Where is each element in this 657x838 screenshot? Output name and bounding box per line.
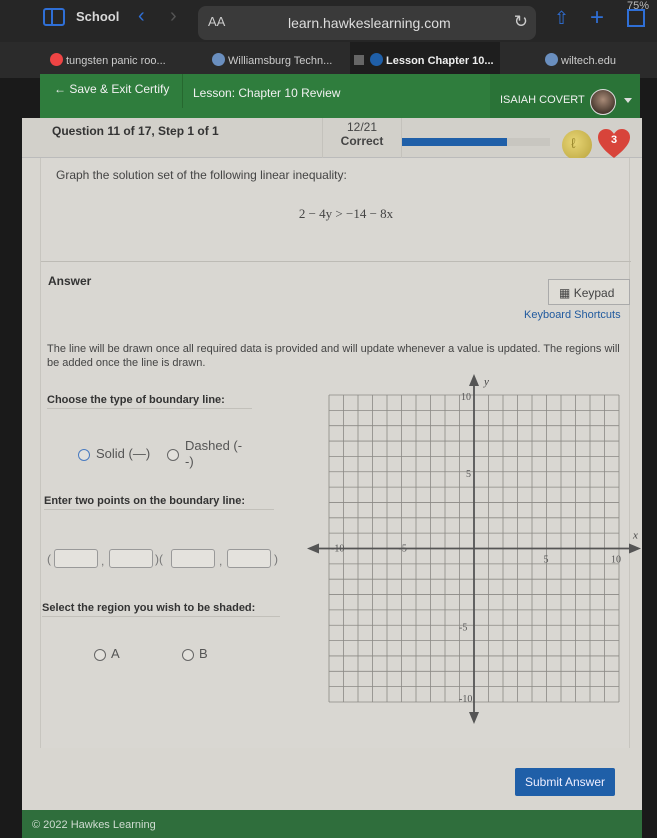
site-favicon: [545, 53, 558, 66]
tab-label: wiltech.edu: [561, 55, 617, 67]
browser-tab[interactable]: Williamsburg Techn...: [212, 42, 350, 78]
tab-label: Lesson Chapter 10...: [386, 55, 494, 67]
x-tick-label: 5: [544, 555, 549, 566]
forward-icon[interactable]: ›: [170, 5, 177, 28]
y-axis-arrow-up: [469, 374, 479, 386]
region-b-label[interactable]: B: [199, 646, 208, 661]
url-text[interactable]: learn.hawkeslearning.com: [288, 15, 451, 31]
y-axis-label: y: [483, 376, 489, 388]
boundary-type-label: Choose the type of boundary line:: [47, 394, 252, 409]
instructions: The line will be drawn once all required…: [47, 343, 620, 369]
point1-x-input[interactable]: [54, 549, 98, 568]
site-favicon: [212, 53, 225, 66]
solid-radio[interactable]: [78, 449, 90, 461]
submit-answer-button[interactable]: Submit Answer: [515, 768, 615, 796]
score-box: 12/21 Correct: [322, 118, 402, 158]
progress-bar: [402, 138, 550, 146]
y-tick-label: 5: [466, 469, 471, 480]
avatar[interactable]: [590, 89, 616, 115]
browser-tab-active[interactable]: Lesson Chapter 10...: [350, 42, 500, 78]
solid-label[interactable]: Solid (—): [96, 446, 150, 461]
dashed-label-wrap[interactable]: -): [185, 454, 194, 469]
dashed-label[interactable]: Dashed (-: [185, 438, 242, 453]
question-card: Graph the solution set of the following …: [40, 158, 641, 748]
inequality: 2 − 4y > −14 − 8x: [298, 206, 394, 221]
question-bar: Question 11 of 17, Step 1 of 1 12/21 Cor…: [22, 118, 642, 160]
share-icon[interactable]: ⇧: [554, 8, 569, 29]
region-a-radio[interactable]: [94, 649, 106, 661]
score-value: 12/21: [346, 120, 378, 134]
paren: )(: [155, 552, 163, 566]
dashed-radio[interactable]: [167, 449, 179, 461]
x-tick-label: -5: [399, 544, 407, 555]
point2-x-input[interactable]: [171, 549, 215, 568]
region-b-radio[interactable]: [182, 649, 194, 661]
close-tab-icon[interactable]: [354, 55, 364, 65]
tab-label: tungsten panic roo...: [66, 55, 166, 67]
region-a-label[interactable]: A: [111, 646, 120, 661]
paren: ): [274, 552, 278, 566]
point2-y-input[interactable]: [227, 549, 271, 568]
lives-count: 3: [610, 134, 618, 146]
heart-icon[interactable]: 3: [597, 128, 631, 160]
browser-tab[interactable]: wiltech.edu: [545, 42, 655, 78]
keypad-label: Keypad: [573, 286, 615, 300]
app-header: ← Save & Exit Certify Lesson: Chapter 10…: [40, 74, 640, 118]
keyboard-shortcuts-link[interactable]: Keyboard Shortcuts: [524, 309, 621, 321]
copyright: © 2022 Hawkes Learning: [32, 819, 156, 831]
divider: [41, 261, 631, 262]
x-axis-arrow-right: [629, 543, 641, 554]
score-label: Correct: [340, 134, 384, 148]
save-exit-button[interactable]: ← Save & Exit Certify: [54, 82, 169, 96]
new-tab-icon[interactable]: +: [590, 4, 604, 32]
user-name: ISAIAH COVERT: [500, 94, 585, 106]
x-axis-arrow-left: [307, 543, 319, 554]
coordinate-graph[interactable]: x y -10 -5 5 10 10 5 -5 -10: [306, 373, 646, 728]
header-divider: [182, 74, 183, 108]
tab-strip: tungsten panic roo... Williamsburg Techn…: [0, 42, 657, 78]
tab-group-name[interactable]: School: [76, 9, 119, 24]
lesson-title: Lesson: Chapter 10 Review: [193, 86, 341, 100]
reader-options-button[interactable]: AA: [208, 14, 225, 29]
x-axis-label: x: [632, 530, 638, 542]
content-area: Question 11 of 17, Step 1 of 1 12/21 Cor…: [22, 118, 642, 810]
reload-icon[interactable]: ↻: [514, 12, 528, 32]
progress-fill: [402, 138, 508, 146]
address-bar[interactable]: AA learn.hawkeslearning.com ↻: [198, 6, 536, 40]
site-favicon: [370, 53, 383, 66]
points-label: Enter two points on the boundary line:: [44, 495, 274, 510]
question-title: Question 11 of 17, Step 1 of 1: [52, 124, 219, 138]
user-menu[interactable]: ISAIAH COVERT: [490, 74, 640, 118]
keypad-button[interactable]: ▦ Keypad: [548, 279, 630, 305]
x-tick-label: -10: [331, 544, 344, 555]
y-tick-label: -10: [459, 694, 472, 705]
point1-y-input[interactable]: [109, 549, 153, 568]
region-label: Select the region you wish to be shaded:: [42, 602, 280, 617]
sidebar-toggle-icon[interactable]: [43, 8, 65, 26]
coin-icon[interactable]: ℓ: [562, 130, 592, 160]
browser-tab[interactable]: tungsten panic roo...: [50, 42, 208, 78]
comma: ,: [219, 554, 223, 568]
chevron-down-icon[interactable]: [624, 98, 632, 103]
y-axis-arrow-down: [469, 712, 479, 724]
y-tick-label: -5: [459, 622, 467, 633]
answer-heading: Answer: [48, 274, 92, 288]
tab-overview-icon[interactable]: [627, 9, 645, 27]
x-tick-label: 10: [611, 555, 621, 566]
save-exit-label: Save & Exit Certify: [69, 82, 170, 96]
paren: (: [47, 552, 51, 566]
google-icon: [50, 53, 63, 66]
footer: © 2022 Hawkes Learning: [22, 810, 642, 838]
browser-toolbar: 75% School ‹ › AA learn.hawkeslearning.c…: [0, 0, 657, 42]
tab-label: Williamsburg Techn...: [228, 55, 333, 67]
back-icon[interactable]: ‹: [138, 5, 145, 28]
question-prompt: Graph the solution set of the following …: [56, 168, 347, 182]
comma: ,: [101, 554, 105, 568]
y-tick-label: 10: [461, 392, 471, 403]
calculator-icon: ▦: [559, 286, 571, 300]
